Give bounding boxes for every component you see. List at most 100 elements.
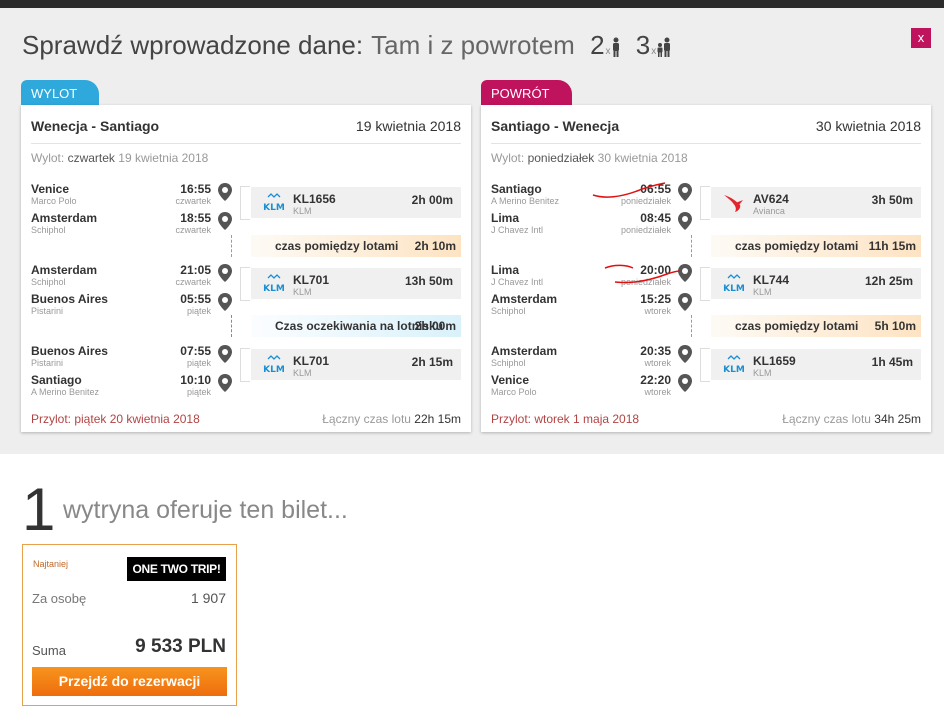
- map-pin-icon[interactable]: [218, 345, 232, 363]
- flight-segment[interactable]: KLM KL744 KLM 12h 25m: [711, 268, 921, 299]
- stop-city: Buenos Aires: [31, 344, 108, 358]
- close-button[interactable]: x: [911, 28, 931, 48]
- stop-day: wtorek: [644, 306, 671, 316]
- departure-day: poniedziałek: [527, 151, 595, 165]
- return-arrival: Przylot: wtorek 1 maja 2018: [491, 412, 640, 426]
- flight-bracket: [700, 348, 710, 382]
- layover-bar: czas pomiędzy lotami 11h 15m: [711, 235, 921, 257]
- flight-bracket: [700, 267, 710, 301]
- book-button[interactable]: Przejdź do rezerwacji: [32, 667, 227, 696]
- stop-airport: Pistarini: [31, 358, 64, 368]
- outbound-card: Wenecja - Santiago 19 kwietnia 2018 Wylo…: [21, 105, 471, 432]
- klm-logo: KLM: [723, 274, 745, 294]
- stop-city: Santiago: [491, 182, 542, 196]
- layover-duration: 5h 10m: [874, 319, 916, 333]
- map-pin-icon[interactable]: [218, 183, 232, 201]
- departure-prefix: Wylot:: [31, 151, 65, 165]
- stop-day: piątek: [186, 358, 211, 368]
- departure-date: 30 kwietnia 2018: [597, 151, 688, 165]
- return-date: 30 kwietnia 2018: [815, 118, 921, 134]
- return-total: Łączny czas lotu 34h 25m: [782, 412, 921, 426]
- flight-duration: 13h 50m: [404, 274, 453, 288]
- window-top-bar: [0, 0, 944, 8]
- offers-count: 1: [22, 476, 56, 543]
- stop-row: Venice Marco Polo 16:55 czwartek: [31, 182, 236, 212]
- stop-day: czwartek: [175, 196, 211, 206]
- stop-row: Amsterdam Schiphol 21:05 czwartek: [31, 263, 236, 293]
- flight-segment[interactable]: KLM KL701 KLM 2h 15m: [251, 349, 461, 380]
- svg-text:KLM: KLM: [263, 203, 285, 213]
- flight-number: KL744: [753, 273, 790, 287]
- stop-row: Lima J Chavez Intl 20:00 poniedziałek: [491, 263, 696, 293]
- map-pin-icon[interactable]: [678, 183, 692, 201]
- flight-segment[interactable]: KLM KL1659 KLM 1h 45m: [711, 349, 921, 380]
- flight-bracket: [240, 186, 250, 220]
- per-person-label: Za osobę: [32, 591, 87, 606]
- layover-label: czas pomiędzy lotami: [275, 239, 399, 253]
- page-title: Sprawdź wprowadzone dane: Tam i z powrote…: [22, 30, 672, 61]
- stop-time: 22:20: [640, 373, 671, 387]
- trip-type: Tam i z powrotem: [371, 30, 575, 60]
- flight-segment[interactable]: KLM KL1656 KLM 2h 00m: [251, 187, 461, 218]
- stop-row: Buenos Aires Pistarini 05:55 piątek: [31, 292, 236, 322]
- stop-airport: Pistarini: [31, 306, 64, 316]
- stop-row: Santiago A Merino Benitez 06:55 poniedzi…: [491, 182, 696, 212]
- stop-row: Lima J Chavez Intl 08:45 poniedziałek: [491, 211, 696, 241]
- total-value: 22h 15m: [414, 412, 461, 426]
- layover-label: czas pomiędzy lotami: [735, 239, 859, 253]
- stop-time: 15:25: [640, 292, 671, 306]
- stop-row: Santiago A Merino Benitez 10:10 piątek: [31, 373, 236, 403]
- map-pin-icon[interactable]: [218, 374, 232, 392]
- adult-icon: [612, 37, 619, 57]
- layover-bar: czas pomiędzy lotami 2h 10m: [251, 235, 461, 257]
- stop-city: Amsterdam: [491, 292, 558, 306]
- stop-time: 16:55: [180, 182, 211, 196]
- sum-label: Suma: [32, 643, 66, 658]
- stop-row: Venice Marco Polo 22:20 wtorek: [491, 373, 696, 403]
- partner-logo: ONE TWO TRIP!: [127, 557, 226, 581]
- layover-label: czas pomiędzy lotami: [735, 319, 859, 333]
- stop-day: wtorek: [644, 358, 671, 368]
- departure-prefix: Wylot:: [491, 151, 525, 165]
- stop-city: Lima: [491, 211, 520, 225]
- stop-time: 07:55: [180, 344, 211, 358]
- stop-day: poniedziałek: [620, 277, 671, 287]
- flight-segment[interactable]: AV624 Avianca 3h 50m: [711, 187, 921, 218]
- avianca-logo: [724, 195, 743, 212]
- flight-bracket: [240, 348, 250, 382]
- klm-logo: KLM: [723, 355, 745, 375]
- stop-airport: Schiphol: [31, 277, 66, 287]
- map-pin-icon[interactable]: [678, 264, 692, 282]
- map-pin-icon[interactable]: [678, 212, 692, 230]
- airline-name: KLM: [753, 287, 772, 297]
- klm-logo: KLM: [263, 355, 285, 375]
- adults-count: 2: [590, 30, 605, 60]
- layover-connector: [691, 315, 692, 337]
- total-label: Łączny czas lotu: [782, 412, 871, 426]
- layover-connector: [691, 235, 692, 257]
- map-pin-icon[interactable]: [678, 293, 692, 311]
- map-pin-icon[interactable]: [678, 374, 692, 392]
- stop-time: 20:00: [640, 263, 671, 277]
- stop-airport: A Merino Benitez: [491, 196, 560, 206]
- stop-time: 18:55: [180, 211, 211, 225]
- stop-airport: Schiphol: [491, 358, 526, 368]
- children-count: 3: [635, 30, 651, 60]
- sum-price: 9 533 PLN: [135, 636, 226, 657]
- stop-row: Buenos Aires Pistarini 07:55 piątek: [31, 344, 236, 374]
- map-pin-icon[interactable]: [218, 264, 232, 282]
- layover-duration: 2h 00m: [414, 319, 456, 333]
- map-pin-icon[interactable]: [678, 345, 692, 363]
- flight-segment[interactable]: KLM KL701 KLM 13h 50m: [251, 268, 461, 299]
- flight-number: KL701: [293, 273, 330, 287]
- flight-number: KL1659: [753, 354, 796, 368]
- cheapest-badge: Najtaniej: [33, 559, 69, 569]
- stop-airport: J Chavez Intl: [491, 277, 544, 287]
- svg-text:KLM: KLM: [723, 365, 745, 375]
- map-pin-icon[interactable]: [218, 212, 232, 230]
- stop-day: poniedziałek: [620, 196, 671, 206]
- stop-city: Buenos Aires: [31, 292, 108, 306]
- map-pin-icon[interactable]: [218, 293, 232, 311]
- stop-airport: J Chavez Intl: [491, 225, 544, 235]
- stop-airport: Schiphol: [491, 306, 526, 316]
